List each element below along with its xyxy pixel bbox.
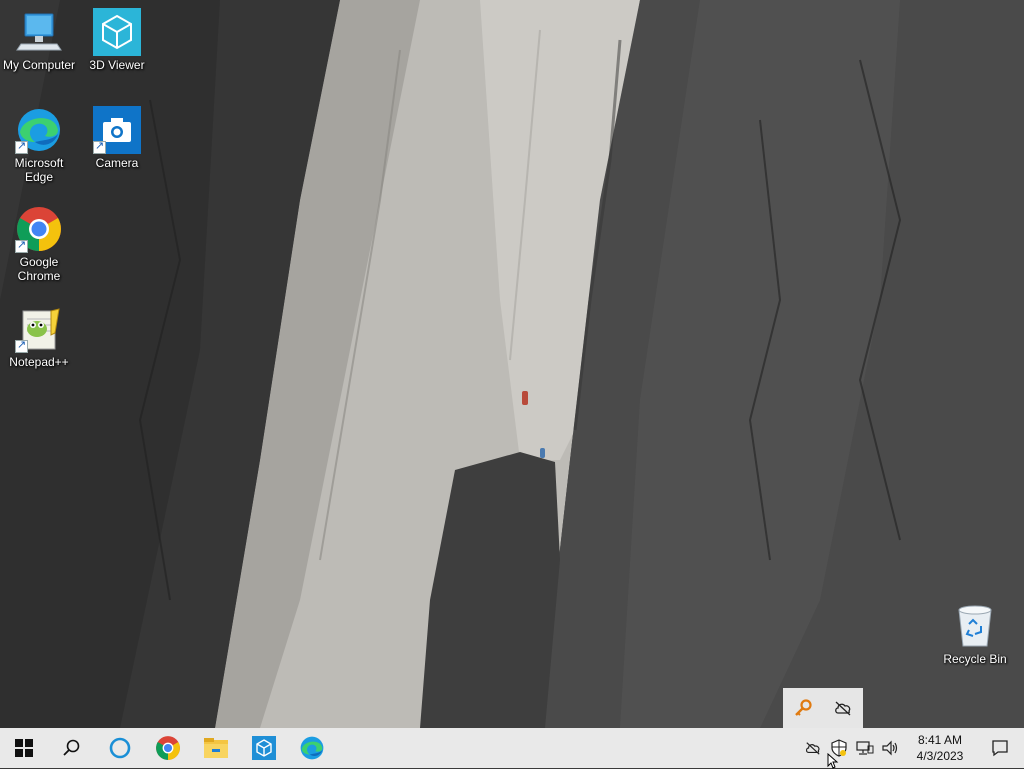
file-explorer-icon <box>204 738 228 758</box>
desktop-icon-notepadpp[interactable]: Notepad++ <box>0 305 78 369</box>
desktop-icon-label: Camera <box>95 156 139 170</box>
3d-viewer-icon <box>93 8 141 56</box>
shortcut-arrow-icon <box>93 139 106 154</box>
cloud-off-icon[interactable] <box>831 696 855 720</box>
mouse-cursor-icon <box>827 753 839 769</box>
desktop-icon-3d-viewer[interactable]: 3D Viewer <box>78 8 156 72</box>
shortcut-arrow-icon <box>15 238 28 253</box>
desktop-icon-label: Microsoft Edge <box>14 156 64 184</box>
start-button[interactable] <box>0 728 48 768</box>
taskbar-clock[interactable]: 8:41 AM 4/3/2023 <box>904 732 976 764</box>
desktop-icon-camera[interactable]: Camera <box>78 106 156 170</box>
desktop-icon-my-computer[interactable]: My Computer <box>0 8 78 72</box>
search-icon <box>63 739 80 756</box>
desktop-icon-label: My Computer <box>2 58 76 72</box>
clock-time: 8:41 AM <box>917 733 963 747</box>
notepadpp-icon <box>15 305 63 353</box>
notification-icon <box>992 740 1008 757</box>
network-icon[interactable] <box>852 728 878 768</box>
climber-blue <box>540 448 545 458</box>
camera-icon <box>93 106 141 154</box>
desktop-icon-recycle-bin[interactable]: Recycle Bin <box>936 602 1014 666</box>
shortcut-arrow-icon <box>15 139 28 154</box>
tray-overflow-popup <box>783 688 863 728</box>
chrome-icon <box>15 205 63 253</box>
cortana-button[interactable] <box>96 728 144 768</box>
desktop-icon-label: Recycle Bin <box>943 652 1007 666</box>
taskbar-file-explorer-button[interactable] <box>192 728 240 768</box>
cloud-off-icon[interactable] <box>800 728 826 768</box>
edge-icon <box>300 736 324 760</box>
cortana-icon <box>109 737 131 759</box>
desktop-icon-label: Notepad++ <box>9 355 69 369</box>
shortcut-arrow-icon <box>15 338 28 353</box>
taskbar: 8:41 AM 4/3/2023 <box>0 728 1024 768</box>
computer-icon <box>15 8 63 56</box>
recycle-bin-icon <box>951 602 999 650</box>
desktop-icon-chrome[interactable]: Google Chrome <box>0 205 78 283</box>
taskbar-chrome-button[interactable] <box>144 728 192 768</box>
3d-viewer-icon <box>252 736 276 760</box>
taskbar-3d-viewer-button[interactable] <box>240 728 288 768</box>
chrome-icon <box>156 736 180 760</box>
volume-icon[interactable] <box>878 728 904 768</box>
action-center-button[interactable] <box>976 728 1024 768</box>
desktop-icon-label: Google Chrome <box>17 255 61 283</box>
desktop-icon-edge[interactable]: Microsoft Edge <box>0 106 78 184</box>
clock-date: 4/3/2023 <box>916 749 964 763</box>
windows-logo-icon <box>15 739 33 757</box>
search-button[interactable] <box>48 728 96 768</box>
edge-icon <box>15 106 63 154</box>
key-icon[interactable] <box>791 696 815 720</box>
desktop-icon-label: 3D Viewer <box>89 58 145 72</box>
taskbar-edge-button[interactable] <box>288 728 336 768</box>
climber-red <box>522 391 528 405</box>
